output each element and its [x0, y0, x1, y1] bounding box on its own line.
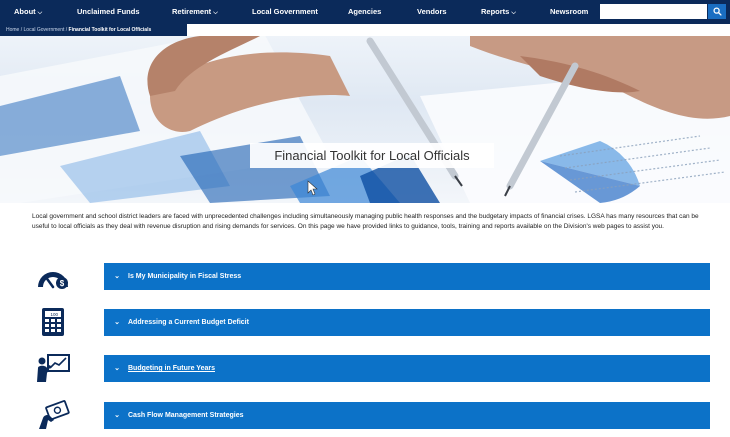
nav-newsroom-label: Newsroom — [550, 7, 589, 16]
nav-retirement-label: Retirement — [172, 7, 212, 16]
nav-unclaimed-funds[interactable]: Unclaimed Funds — [77, 0, 140, 24]
breadcrumb-separator: / — [20, 27, 23, 33]
breadcrumb-home[interactable]: Home — [6, 27, 19, 33]
chevron-down-icon: ⌵ — [213, 10, 218, 16]
svg-text:100: 100 — [50, 312, 58, 317]
nav-vendors[interactable]: Vendors — [417, 0, 447, 24]
top-nav: About ⌵ Unclaimed Funds Retirement ⌵ Local… — [0, 0, 730, 24]
breadcrumb-current: Financial Toolkit for Local Officials — [68, 27, 152, 33]
calculator-icon: 100 — [42, 308, 64, 336]
search-input[interactable] — [600, 4, 707, 19]
nav-vendors-label: Vendors — [417, 7, 447, 16]
hero-image — [0, 36, 730, 203]
breadcrumb-local-government[interactable]: Local Government — [24, 27, 65, 33]
gauge-icon: $ — [38, 272, 68, 289]
search-icon — [712, 7, 722, 16]
nav-about[interactable]: About ⌵ — [14, 0, 42, 24]
accordion-label: Addressing a Current Budget Deficit — [128, 319, 249, 326]
chevron-down-icon: ⌄ — [114, 273, 120, 280]
nav-agencies-label: Agencies — [348, 7, 382, 16]
search-button[interactable] — [708, 4, 726, 19]
accordion-label: Cash Flow Management Strategies — [128, 412, 244, 419]
chevron-down-icon: ⌄ — [114, 412, 120, 419]
nav-reports-label: Reports — [481, 7, 510, 16]
nav-agencies[interactable]: Agencies — [348, 0, 381, 24]
breadcrumb-separator: / — [65, 27, 68, 33]
hero-banner: Financial Toolkit for Local Officials — [0, 36, 730, 203]
breadcrumb: Home / Local Government / Financial Tool… — [6, 24, 151, 36]
hand-money-icon — [39, 400, 70, 429]
nav-reports[interactable]: Reports ⌵ — [481, 0, 516, 24]
chevron-down-icon: ⌄ — [114, 365, 120, 372]
chevron-down-icon: ⌵ — [511, 10, 516, 16]
accordion-cash-flow[interactable]: ⌄ Cash Flow Management Strategies — [104, 402, 710, 429]
accordion-budget-deficit[interactable]: ⌄ Addressing a Current Budget Deficit — [104, 309, 710, 336]
nav-retirement[interactable]: Retirement ⌵ — [172, 0, 218, 24]
nav-newsroom[interactable]: Newsroom — [550, 0, 588, 24]
accordion-label: Budgeting in Future Years — [128, 365, 215, 372]
accordion-fiscal-stress[interactable]: ⌄ Is My Municipality in Fiscal Stress — [104, 263, 710, 290]
accordion-label: Is My Municipality in Fiscal Stress — [128, 273, 242, 280]
nav-local-government-label: Local Government — [252, 7, 318, 16]
svg-text:$: $ — [60, 279, 65, 288]
nav-unclaimed-funds-label: Unclaimed Funds — [77, 7, 140, 16]
nav-local-government[interactable]: Local Government — [252, 0, 318, 24]
accordion-future-budgeting[interactable]: ⌄ Budgeting in Future Years — [104, 355, 710, 382]
intro-paragraph: Local government and school district lea… — [32, 213, 699, 230]
chevron-down-icon: ⌵ — [37, 10, 43, 16]
chevron-down-icon: ⌄ — [114, 319, 120, 326]
breadcrumb-bar: Home / Local Government / Financial Tool… — [0, 24, 187, 36]
nav-about-label: About — [14, 7, 36, 16]
presentation-chart-icon — [37, 354, 70, 382]
page-title: Financial Toolkit for Local Officials — [250, 143, 494, 168]
